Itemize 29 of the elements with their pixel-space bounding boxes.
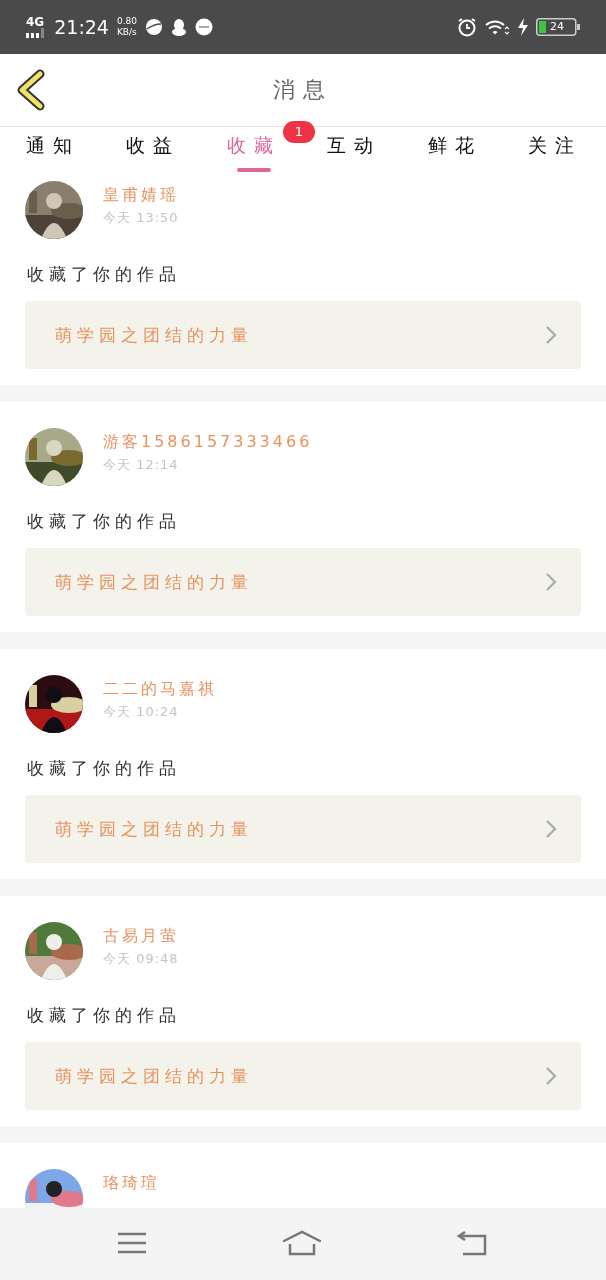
tab[interactable]: 互动	[327, 127, 382, 179]
message-text: 收藏了你的作品	[27, 757, 182, 779]
network-speed: 0.80	[116, 16, 137, 27]
tab[interactable]: 关注	[527, 127, 582, 179]
user-name[interactable]: 二二的马嘉祺	[103, 678, 217, 700]
work-link-card[interactable]: 萌学园之团结的力量	[25, 795, 581, 863]
tab[interactable]: 收益	[126, 127, 181, 179]
user-name[interactable]: 皇甫婧瑶	[103, 184, 179, 206]
message-time: 今天 13:50	[103, 209, 179, 227]
battery-percent: 24	[550, 19, 564, 35]
message-time: 今天 12:14	[103, 456, 180, 474]
user-name[interactable]: 古易月萤	[103, 925, 179, 947]
work-link-card[interactable]: 萌学园之团结的力量	[25, 1042, 581, 1110]
user-name[interactable]: 珞琦瑄	[103, 1172, 160, 1194]
tab[interactable]: 通知	[26, 127, 80, 179]
tab[interactable]: 鲜花	[427, 127, 482, 179]
count-badge: 1	[282, 121, 315, 143]
message-time: 今天 10:24	[103, 703, 180, 721]
user-name[interactable]: 游客1586157333466	[103, 431, 313, 453]
page-title: 消息	[273, 76, 333, 104]
message-text: 收藏了你的作品	[27, 510, 182, 532]
clock-time: 21:24	[54, 16, 109, 38]
work-link-card[interactable]: 萌学园之团结的力量	[25, 548, 581, 616]
message-time: 今天 09:48	[103, 950, 179, 968]
network-type: 4G	[26, 16, 45, 28]
message-text: 收藏了你的作品	[27, 1004, 182, 1026]
speed-unit: KB/s	[116, 27, 137, 38]
message-text: 收藏了你的作品	[27, 263, 182, 285]
work-link-card[interactable]: 萌学园之团结的力量	[25, 301, 581, 369]
